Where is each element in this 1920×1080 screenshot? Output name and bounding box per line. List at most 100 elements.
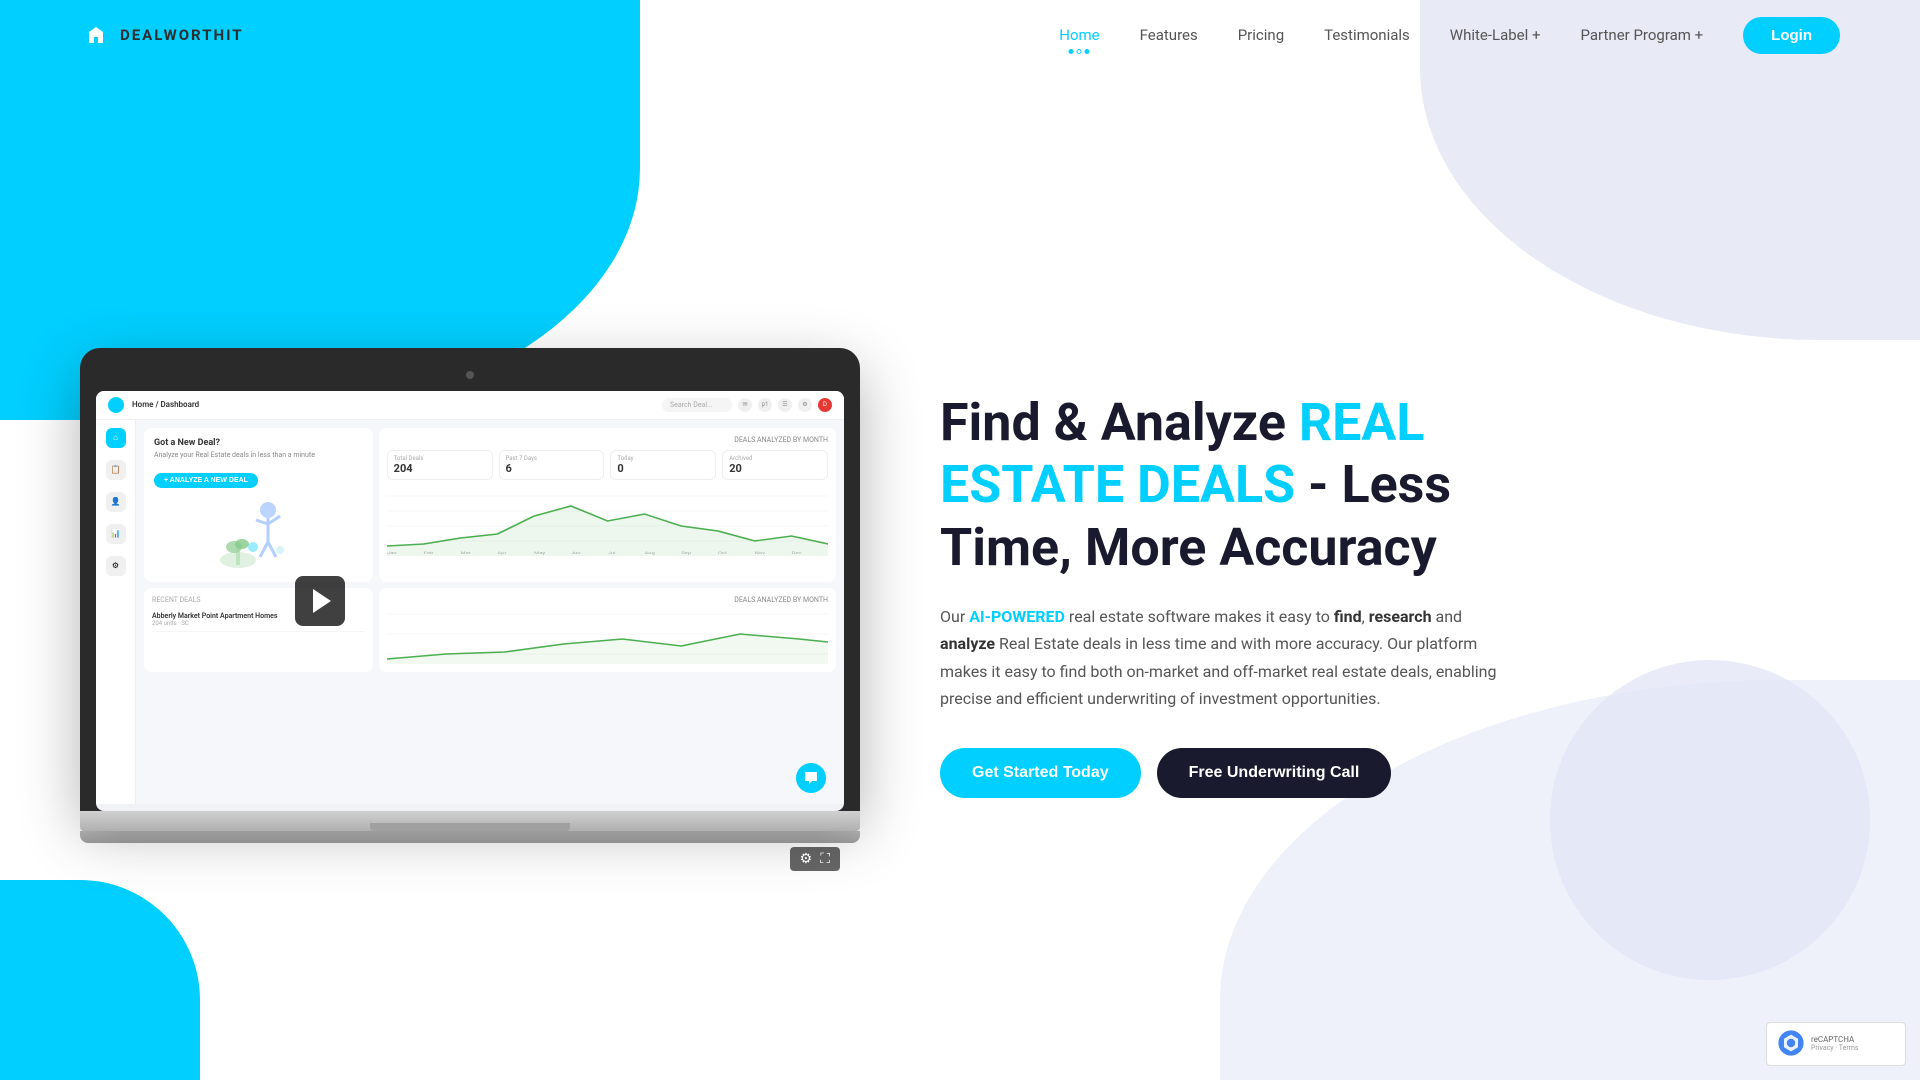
logo-text: DEALWORTHIT (120, 26, 244, 44)
screen-analyze-btn[interactable]: + ANALYZE A NEW DEAL (154, 473, 258, 488)
nav-link-white-label[interactable]: White-Label + (1450, 26, 1541, 44)
screen-illustration (154, 492, 363, 572)
screen-chart-header-2: DEALS ANALYZED BY MONTH (387, 596, 828, 604)
settings-control-icon[interactable]: ⚙ (800, 851, 813, 867)
laptop-mockup: Home / Dashboard Search Deal... ✉ p1 ☰ ⚙… (80, 348, 860, 843)
screen-body: ⌂ 📋 👤 📊 ⚙ Got a New Deal? A (96, 420, 844, 804)
sidebar-icon-chart: 📊 (106, 524, 126, 544)
screen-stat-today: Today 0 (610, 450, 716, 480)
screen-stat-week-label: Past 7 Days (506, 455, 598, 462)
main-content: Home / Dashboard Search Deal... ✉ p1 ☰ ⚙… (0, 70, 1920, 1080)
controls-bar: ⚙ ⛶ (790, 847, 840, 871)
laptop-outer: Home / Dashboard Search Deal... ✉ p1 ☰ ⚙… (80, 348, 860, 811)
screen-stat-total-label: Total Deals (394, 455, 486, 462)
screen-chart-card: DEALS ANALYZED BY MONTH Total Deals 204 … (379, 428, 836, 582)
nav-link-pricing[interactable]: Pricing (1238, 26, 1284, 44)
get-started-button[interactable]: Get Started Today (940, 748, 1141, 798)
logo-icon (80, 19, 112, 51)
screen-chart-area: Jan Feb Mar Apr May Jun Jul Aug Sep (387, 486, 828, 556)
screen-bottom-row: RECENT DEALS Abberly Market Point Apartm… (144, 588, 836, 672)
fullscreen-control-icon[interactable]: ⛶ (820, 851, 830, 867)
laptop-screen: Home / Dashboard Search Deal... ✉ p1 ☰ ⚙… (96, 391, 844, 811)
screen-new-deal-card: Got a New Deal? Analyze your Real Estate… (144, 428, 373, 582)
screen-stat-total: Total Deals 204 (387, 450, 493, 480)
svg-text:Oct: Oct (718, 550, 727, 555)
navbar: DEALWORTHIT Home Features Pricing Testim… (0, 0, 1920, 70)
laptop-stand (80, 831, 860, 843)
screen-logo (108, 397, 124, 413)
screen-stat-today-value: 0 (617, 462, 709, 475)
screen-icon-3: ☰ (778, 398, 792, 412)
svg-text:Dec: Dec (791, 550, 801, 555)
sidebar-icon-users: 👤 (106, 492, 126, 512)
nav-logo[interactable]: DEALWORTHIT (80, 19, 244, 51)
free-underwriting-button[interactable]: Free Underwriting Call (1157, 748, 1392, 798)
recaptcha-badge: reCAPTCHA Privacy · Terms (1766, 1022, 1906, 1066)
screen-icon-5: D (818, 398, 832, 412)
recaptcha-logo: reCAPTCHA Privacy · Terms (1777, 1029, 1895, 1057)
screen-icon-4: ⚙ (798, 398, 812, 412)
nav-links: Home Features Pricing Testimonials White… (1059, 17, 1840, 54)
screen-top-row: Got a New Deal? Analyze your Real Estate… (144, 428, 836, 582)
screen-stat-archived-label: Archived (729, 455, 821, 462)
hero-desc-body: real estate software makes it easy to (1065, 607, 1334, 626)
nav-link-home[interactable]: Home (1059, 26, 1099, 44)
screen-icon-2: p1 (758, 398, 772, 412)
play-button[interactable] (295, 576, 345, 626)
screen-stat-week-value: 6 (506, 462, 598, 475)
screen-stat-today-label: Today (617, 455, 709, 462)
screen-stat-archived-value: 20 (729, 462, 821, 475)
video-play-overlay[interactable] (295, 576, 345, 626)
hero-desc-find: find (1334, 607, 1362, 626)
recaptcha-label: reCAPTCHA (1811, 1035, 1858, 1044)
svg-text:May: May (534, 550, 546, 555)
screen-new-deal-subtitle: Analyze your Real Estate deals in less t… (154, 451, 363, 459)
svg-text:Aug: Aug (644, 550, 655, 555)
svg-text:Nov: Nov (754, 550, 765, 555)
screen-main-area: Got a New Deal? Analyze your Real Estate… (136, 420, 844, 804)
screen-nav-icons: Search Deal... ✉ p1 ☰ ⚙ D (662, 398, 832, 412)
hero-description: Our AI-POWERED real estate software make… (940, 603, 1500, 712)
svg-text:Jul: Jul (607, 550, 615, 555)
hero-title-part1: Find & Analyze (940, 392, 1299, 453)
svg-text:Sep: Sep (681, 550, 691, 555)
screen-stat-week: Past 7 Days 6 (499, 450, 605, 480)
hero-desc-research: research (1369, 607, 1432, 626)
hero-title: Find & Analyze REAL ESTATE DEALS - Less … (940, 392, 1500, 579)
svg-text:Apr: Apr (497, 550, 506, 555)
screen-sidebar: ⌂ 📋 👤 📊 ⚙ (96, 420, 136, 804)
screen-chart-header: DEALS ANALYZED BY MONTH (387, 436, 828, 444)
screen-stat-archived: Archived 20 (722, 450, 828, 480)
recaptcha-icon (1777, 1029, 1805, 1057)
screen-stat-total-value: 204 (394, 462, 486, 475)
screen-navbar: Home / Dashboard Search Deal... ✉ p1 ☰ ⚙… (96, 391, 844, 420)
hero-desc-analyze: analyze (940, 634, 995, 653)
hero-desc-prefix: Our (940, 607, 969, 626)
laptop-camera (466, 371, 474, 379)
screen-search: Search Deal... (662, 398, 732, 412)
laptop-base (80, 811, 860, 831)
screen-chart-card-2: DEALS ANALYZED BY MONTH (379, 588, 836, 672)
screen-icon-1: ✉ (738, 398, 752, 412)
screen-stats: Total Deals 204 Past 7 Days 6 Today (387, 450, 828, 480)
sidebar-icon-deals: 📋 (106, 460, 126, 480)
svg-text:Feb: Feb (423, 550, 433, 555)
sidebar-icon-home: ⌂ (106, 428, 126, 448)
laptop-camera-area (96, 364, 844, 383)
svg-text:Mar: Mar (460, 550, 471, 555)
nav-link-features[interactable]: Features (1140, 26, 1198, 44)
screen-breadcrumb: Home / Dashboard (132, 400, 199, 409)
svg-text:Jan: Jan (387, 550, 397, 555)
hero-desc-rest: Real Estate deals in less time and with … (940, 634, 1496, 707)
screen-new-deal-title: Got a New Deal? (154, 438, 363, 448)
sidebar-icon-settings: ⚙ (106, 556, 126, 576)
chat-bubble[interactable] (796, 763, 826, 793)
hero-content: Find & Analyze REAL ESTATE DEALS - Less … (940, 392, 1500, 798)
nav-link-testimonials[interactable]: Testimonials (1324, 26, 1410, 44)
play-triangle-icon (313, 589, 331, 613)
recaptcha-links: Privacy · Terms (1811, 1044, 1858, 1052)
hero-desc-accent: AI-POWERED (969, 607, 1065, 626)
login-button[interactable]: Login (1743, 17, 1840, 54)
cta-buttons: Get Started Today Free Underwriting Call (940, 748, 1500, 798)
nav-link-partner[interactable]: Partner Program + (1581, 26, 1704, 44)
